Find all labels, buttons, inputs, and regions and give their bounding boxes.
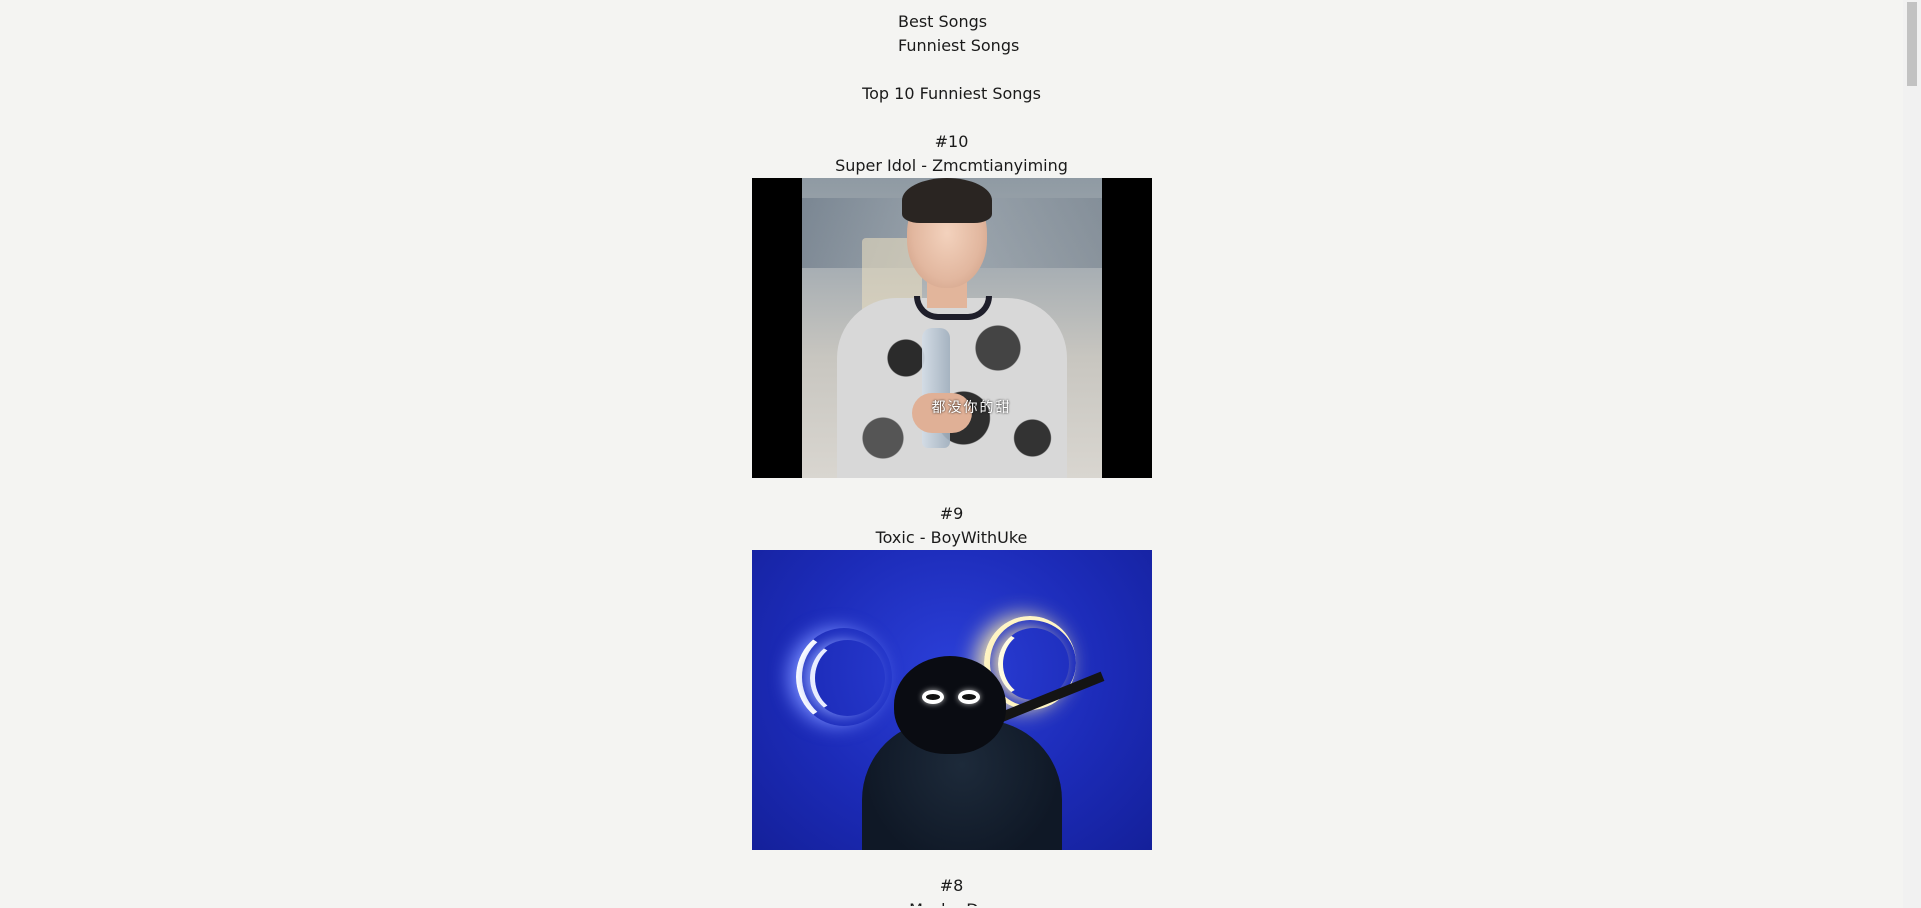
shirt-collar	[913, 296, 992, 320]
hooded-figure-head	[893, 656, 1006, 754]
song-title: Mask - D...	[0, 898, 1903, 906]
page-viewport: Best Songs Funniest Songs Top 10 Funnies…	[0, 0, 1903, 906]
video-caption: 都没你的甜	[931, 400, 1012, 416]
song-rank: #9	[939, 504, 964, 523]
neon-moon-blue-inner	[809, 640, 885, 716]
song-entry-10: #10 Super Idol - Zmcmtianyiming 都没你的甜	[0, 130, 1903, 478]
song-video-thumbnail[interactable]	[751, 550, 1152, 850]
glowing-eye-right	[957, 690, 980, 704]
glowing-eye-left	[921, 690, 944, 704]
vertical-scrollbar[interactable]	[1903, 0, 1921, 908]
song-video-thumbnail[interactable]: 都没你的甜	[751, 178, 1152, 478]
song-title: Toxic - BoyWithUke	[875, 528, 1028, 547]
song-entry-8: #8 Mask - D...	[0, 874, 1903, 906]
song-rank: #8	[939, 876, 964, 895]
scrollbar-thumb[interactable]	[1907, 2, 1917, 86]
song-title: Super Idol - Zmcmtianyiming	[835, 156, 1068, 175]
page-title: Top 10 Funniest Songs	[862, 84, 1041, 103]
nav-link-best-songs[interactable]: Best Songs	[898, 10, 1019, 34]
song-rank: #10	[934, 132, 969, 151]
camo-shirt	[836, 298, 1067, 478]
nav-link-funniest-songs[interactable]: Funniest Songs	[898, 34, 1019, 58]
song-entry-9: #9 Toxic - BoyWithUke	[0, 502, 1903, 850]
video-frame: 都没你的甜	[801, 178, 1102, 478]
top-nav: Best Songs Funniest Songs	[898, 10, 1019, 58]
hair	[901, 178, 992, 223]
